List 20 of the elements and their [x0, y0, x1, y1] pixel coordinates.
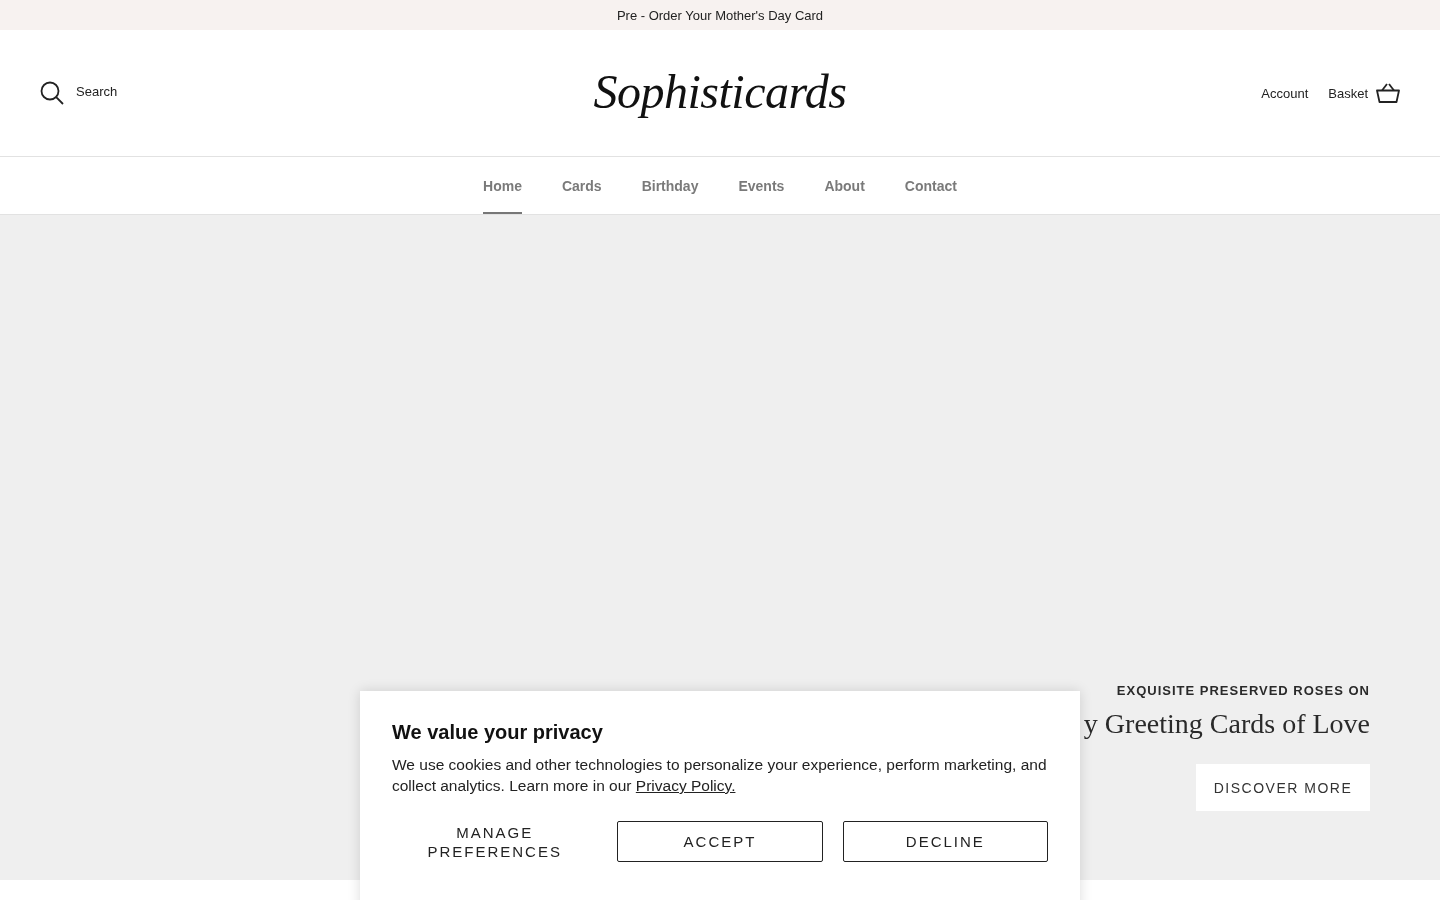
consent-button[interactable]: ACCEPT: [617, 821, 823, 862]
announcement-text[interactable]: Pre - Order Your Mother's Day Card: [616, 7, 824, 23]
basket-link[interactable]: Basket: [1328, 83, 1400, 103]
nav-tab[interactable]: Birthday: [641, 157, 699, 214]
search-link[interactable]: Search: [40, 81, 118, 105]
discover-more-button[interactable]: DISCOVER MORE: [1196, 764, 1370, 811]
nav-tab[interactable]: Cards: [561, 157, 602, 214]
cookie-banner-title: We value your privacy: [392, 721, 604, 744]
nav-tab[interactable]: About: [824, 157, 865, 214]
cookie-notice-text: We use cookies and other technologies to personalize your experience, perform marketing, and collect analytics. Learn more in our Privacy Policy.: [392, 755, 1048, 796]
consent-button[interactable]: DECLINE: [842, 821, 1048, 862]
hero-heading: y Greeting Cards of Love: [1083, 708, 1370, 740]
account-link[interactable]: Account: [1261, 85, 1309, 101]
search-icon: [40, 81, 64, 105]
nav-tab[interactable]: Events: [738, 157, 785, 214]
site-logo[interactable]: Sophisticards: [593, 63, 847, 123]
basket-icon: [1376, 83, 1400, 103]
privacy-policy-link[interactable]: Privacy Policy.: [635, 777, 736, 794]
hero-eyebrow: EXQUISITE PRESERVED ROSES ON: [1116, 683, 1370, 698]
nav-tab[interactable]: Contact: [904, 157, 957, 214]
